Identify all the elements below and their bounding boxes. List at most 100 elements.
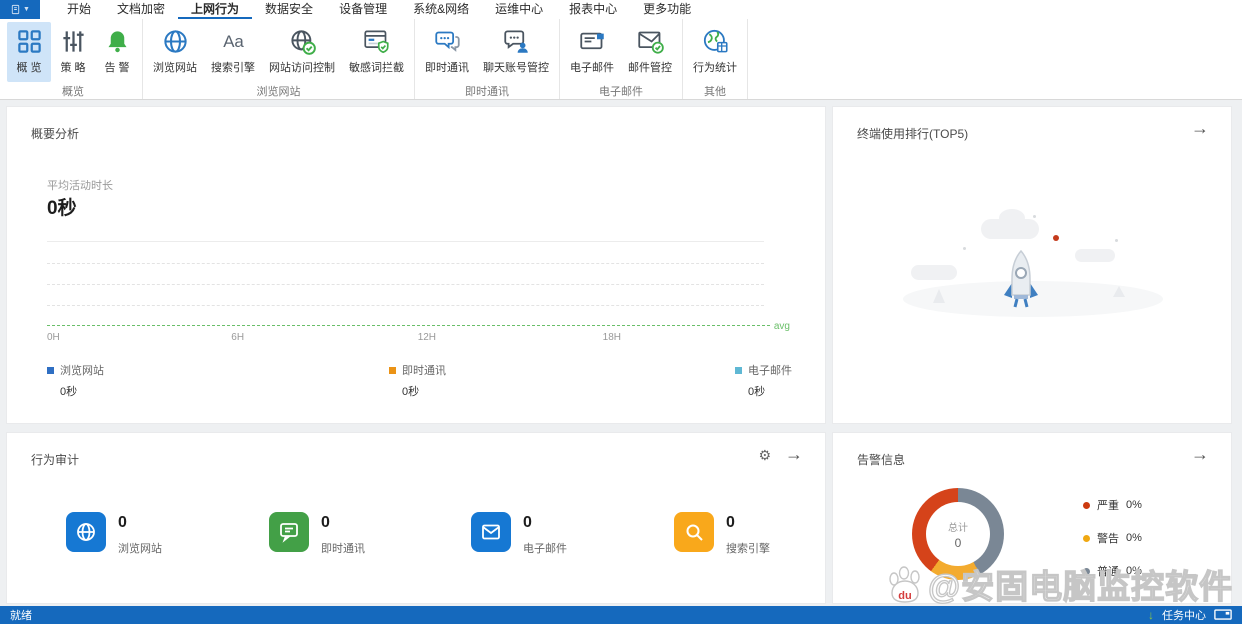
red-dot xyxy=(1053,235,1059,241)
stat-im: 0 即时通讯 xyxy=(269,512,365,556)
ribbon-button-label: 网站访问控制 xyxy=(269,59,335,75)
ribbon-button-label: 即时通讯 xyxy=(425,59,469,75)
legend-value: 0% xyxy=(1126,499,1142,511)
donut-center: 总计 0 xyxy=(926,502,990,566)
stat-search-engine: 0 搜索引擎 xyxy=(674,512,770,556)
legend-label: 警告 xyxy=(1097,530,1119,546)
im-chat-icon xyxy=(434,28,461,55)
svg-text:Aa: Aa xyxy=(223,32,244,51)
summary-analysis-card: 概要分析 平均活动时长 0秒 avg 0H 6H 12H 18H 浏览网站 0秒… xyxy=(6,106,826,424)
ribbon-button-email[interactable]: 电子邮件 xyxy=(563,22,621,82)
tab-system-network[interactable]: 系统&网络 xyxy=(400,0,482,19)
ribbon-group-overview: 概 览 策 略 告 警 概览 xyxy=(4,19,143,99)
ribbon-group-other: 行为统计 其他 xyxy=(683,19,748,99)
ribbon: 概 览 策 略 告 警 概览 浏览网站 Aa 搜索引擎 xyxy=(0,19,1242,100)
legend-swatch xyxy=(47,367,54,374)
stat-email: 0 电子邮件 xyxy=(471,512,567,556)
legend-item-im: 即时通讯 0秒 xyxy=(389,362,446,399)
alert-bell-icon xyxy=(104,28,131,55)
legend-value: 0秒 xyxy=(402,383,446,399)
ribbon-button-search-engine[interactable]: Aa 搜索引擎 xyxy=(204,22,262,82)
ribbon-button-policy[interactable]: 策 略 xyxy=(51,22,95,82)
legend-swatch xyxy=(735,367,742,374)
ribbon-group-label: 电子邮件 xyxy=(563,82,679,103)
ribbon-button-label: 邮件管控 xyxy=(628,59,672,75)
speck xyxy=(1115,239,1118,242)
menu-bar: ▼ 开始 文档加密 上网行为 数据安全 设备管理 系统&网络 运维中心 报表中心… xyxy=(0,0,1242,19)
legend-label: 电子邮件 xyxy=(748,362,792,378)
legend-dot xyxy=(1083,502,1090,509)
avg-duration-label: 平均活动时长 xyxy=(47,177,113,193)
chart-gridline xyxy=(47,284,764,285)
monitor-icon[interactable] xyxy=(1214,609,1232,622)
ribbon-group-browse: 浏览网站 Aa 搜索引擎 网站访问控制 敏感词拦截 浏览网站 xyxy=(143,19,415,99)
tab-start[interactable]: 开始 xyxy=(54,0,104,19)
stat-label: 电子邮件 xyxy=(523,540,567,556)
legend-swatch xyxy=(389,367,396,374)
ribbon-button-chat-account[interactable]: 聊天账号管控 xyxy=(476,22,556,82)
tab-more-features[interactable]: 更多功能 xyxy=(630,0,704,19)
app-window-icon xyxy=(10,3,21,16)
legend-item-browse: 浏览网站 0秒 xyxy=(47,362,104,399)
card-title: 行为审计 xyxy=(31,451,79,468)
sensitive-word-icon xyxy=(363,28,390,55)
x-axis-tick: 0H xyxy=(47,332,60,343)
terminal-ranking-card: 终端使用排行(TOP5) → xyxy=(832,106,1232,424)
app-menu-button[interactable]: ▼ xyxy=(0,0,40,19)
ribbon-button-label: 告 警 xyxy=(104,59,129,75)
tab-doc-encrypt[interactable]: 文档加密 xyxy=(104,0,178,19)
ribbon-button-alerts[interactable]: 告 警 xyxy=(95,22,139,82)
legend-value: 0秒 xyxy=(60,383,104,399)
task-center-button[interactable]: 任务中心 xyxy=(1162,607,1206,623)
ribbon-button-mail-control[interactable]: 邮件管控 xyxy=(621,22,679,82)
ribbon-button-label: 搜索引擎 xyxy=(211,59,255,75)
legend-dot xyxy=(1083,568,1090,575)
policy-sliders-icon xyxy=(60,28,87,55)
menu-tabs: 开始 文档加密 上网行为 数据安全 设备管理 系统&网络 运维中心 报表中心 更… xyxy=(54,0,704,19)
ribbon-group-label: 浏览网站 xyxy=(146,82,411,103)
ribbon-button-im[interactable]: 即时通讯 xyxy=(418,22,476,82)
behavior-stats-icon xyxy=(702,28,729,55)
overview-grid-icon xyxy=(16,28,43,55)
tab-internet-behavior[interactable]: 上网行为 xyxy=(178,0,252,19)
ribbon-group-email: 电子邮件 邮件管控 电子邮件 xyxy=(560,19,683,99)
ribbon-button-behavior-stats[interactable]: 行为统计 xyxy=(686,22,744,82)
globe-icon xyxy=(66,512,106,552)
ribbon-button-label: 策 略 xyxy=(60,59,85,75)
tree-shape xyxy=(933,289,945,303)
empty-state-illustration xyxy=(903,207,1163,317)
stat-value: 0 xyxy=(523,515,567,531)
arrow-right-icon[interactable]: → xyxy=(1191,445,1209,463)
ribbon-button-browse-web[interactable]: 浏览网站 xyxy=(146,22,204,82)
arrow-right-icon[interactable]: → xyxy=(1191,119,1209,137)
alert-legend-critical: 严重 0% xyxy=(1083,497,1142,513)
tree-shape xyxy=(1113,286,1125,297)
ribbon-button-label: 电子邮件 xyxy=(570,59,614,75)
tab-device-management[interactable]: 设备管理 xyxy=(326,0,400,19)
chart-gridline xyxy=(47,305,764,306)
legend-dot xyxy=(1083,535,1090,542)
alert-donut-chart: 总计 0 xyxy=(912,488,1004,580)
tab-data-security[interactable]: 数据安全 xyxy=(252,0,326,19)
legend-item-email: 电子邮件 0秒 xyxy=(735,362,792,399)
donut-center-label: 总计 xyxy=(948,519,968,534)
stat-label: 搜索引擎 xyxy=(726,540,770,556)
ribbon-group-label: 其他 xyxy=(686,82,744,103)
legend-value: 0% xyxy=(1126,565,1142,577)
tab-ops-center[interactable]: 运维中心 xyxy=(482,0,556,19)
alert-info-card: 告警信息 → 总计 0 严重 0% 警告 0% 普通 0% xyxy=(832,432,1232,604)
ribbon-button-label: 概 览 xyxy=(16,59,41,75)
email-icon xyxy=(579,28,606,55)
alert-legend-warning: 警告 0% xyxy=(1083,530,1142,546)
card-title: 终端使用排行(TOP5) xyxy=(857,125,968,142)
ribbon-button-site-access-control[interactable]: 网站访问控制 xyxy=(262,22,342,82)
activity-timeline-chart: avg 0H 6H 12H 18H xyxy=(47,241,764,326)
tab-report-center[interactable]: 报表中心 xyxy=(556,0,630,19)
ribbon-button-sensitive-word[interactable]: 敏感词拦截 xyxy=(342,22,411,82)
status-ready-label: 就绪 xyxy=(10,607,32,623)
legend-value: 0秒 xyxy=(748,383,792,399)
ribbon-button-overview[interactable]: 概 览 xyxy=(7,22,51,82)
card-title: 概要分析 xyxy=(31,125,79,142)
gear-icon[interactable]: ⚙ xyxy=(758,448,771,462)
arrow-right-icon[interactable]: → xyxy=(785,445,803,463)
